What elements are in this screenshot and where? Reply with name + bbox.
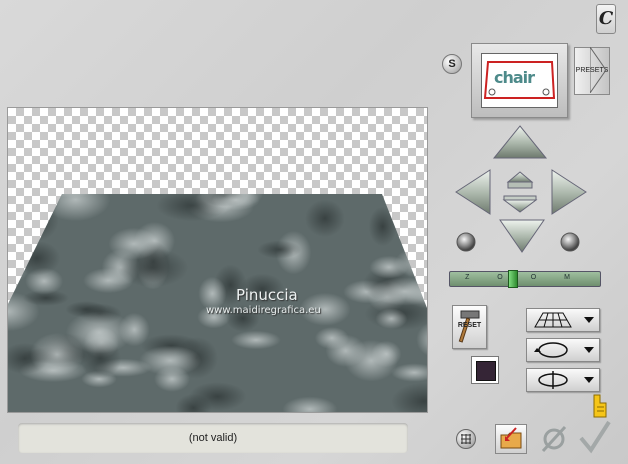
ok-check-icon[interactable] bbox=[578, 418, 612, 454]
s-button[interactable]: S bbox=[442, 54, 462, 74]
arrow-right-icon[interactable] bbox=[551, 169, 587, 215]
floor-texture-plane bbox=[8, 194, 427, 412]
marble-texture-blob bbox=[42, 194, 99, 198]
preset-thumbnail-button[interactable]: chair bbox=[471, 43, 568, 118]
grid-lines-icon bbox=[461, 434, 471, 444]
texture-swatch-color bbox=[476, 361, 496, 381]
marble-texture-blob bbox=[14, 199, 59, 242]
marble-texture-blob bbox=[154, 366, 190, 392]
marble-texture-blob bbox=[369, 255, 409, 279]
marble-texture-blob bbox=[211, 194, 261, 211]
marble-texture-blob bbox=[375, 308, 408, 329]
rotate-circle-dropdown[interactable] bbox=[526, 338, 600, 362]
marble-texture-blob bbox=[257, 240, 302, 259]
horizontal-rotate-icon bbox=[538, 371, 568, 389]
marble-texture-blob bbox=[118, 312, 150, 347]
thumbnail-text: chair bbox=[494, 68, 535, 87]
grid-plane-dropdown[interactable] bbox=[526, 308, 600, 332]
cancel-icon[interactable] bbox=[539, 424, 569, 454]
preset-thumbnail: chair bbox=[481, 53, 558, 108]
chevron-down-icon bbox=[584, 347, 594, 353]
pyramid-down-icon[interactable] bbox=[502, 199, 538, 213]
marble-texture-blob bbox=[305, 199, 345, 237]
marble-texture-blob bbox=[30, 333, 84, 376]
reset-label: RESET bbox=[457, 322, 482, 329]
grid-icon[interactable] bbox=[456, 429, 476, 449]
marble-texture-blob bbox=[108, 227, 160, 260]
zoom-slider-thumb[interactable] bbox=[508, 270, 518, 288]
presets-arrow-icon bbox=[590, 47, 607, 93]
pyramid-up-base bbox=[507, 181, 533, 189]
marble-texture-blob bbox=[344, 339, 398, 382]
rotate-right-icon[interactable] bbox=[560, 232, 580, 252]
status-bar: (not valid) bbox=[18, 423, 408, 453]
status-text: (not valid) bbox=[188, 432, 238, 444]
pyramid-up-icon[interactable] bbox=[506, 171, 534, 183]
watermark-url: www.maidiregrafica.eu bbox=[206, 305, 321, 316]
watermark-title: Pinuccia bbox=[236, 286, 298, 304]
hand-pointer-icon bbox=[593, 394, 607, 418]
pyramid-down-base bbox=[503, 195, 537, 201]
texture-swatch-button[interactable] bbox=[471, 356, 499, 384]
preview-canvas[interactable]: Pinuccia www.maidiregrafica.eu bbox=[7, 107, 428, 413]
save-folder-icon bbox=[500, 427, 522, 449]
chevron-down-icon bbox=[584, 377, 594, 383]
chevron-down-icon bbox=[584, 317, 594, 323]
zoom-label: Z O O M bbox=[465, 274, 583, 281]
rotate-left-icon[interactable] bbox=[456, 232, 476, 252]
marble-texture-blob bbox=[40, 194, 111, 222]
reset-button[interactable]: RESET bbox=[452, 305, 487, 349]
rotate-circle-icon bbox=[534, 342, 568, 358]
corner-logo-icon[interactable]: C bbox=[596, 4, 616, 34]
arrow-left-icon[interactable] bbox=[455, 169, 491, 215]
navigation-pad bbox=[455, 125, 587, 253]
marble-texture-blob bbox=[188, 382, 247, 411]
marble-texture-blob bbox=[16, 194, 53, 216]
arrow-down-icon[interactable] bbox=[499, 219, 545, 253]
save-folder-button[interactable] bbox=[495, 424, 527, 454]
horizontal-rotate-dropdown[interactable] bbox=[526, 368, 600, 392]
grid-plane-icon bbox=[534, 312, 572, 328]
marble-texture-blob bbox=[231, 330, 281, 350]
arrow-up-icon[interactable] bbox=[492, 125, 548, 159]
marble-texture-blob bbox=[368, 206, 397, 247]
marble-texture-blob bbox=[13, 240, 61, 276]
